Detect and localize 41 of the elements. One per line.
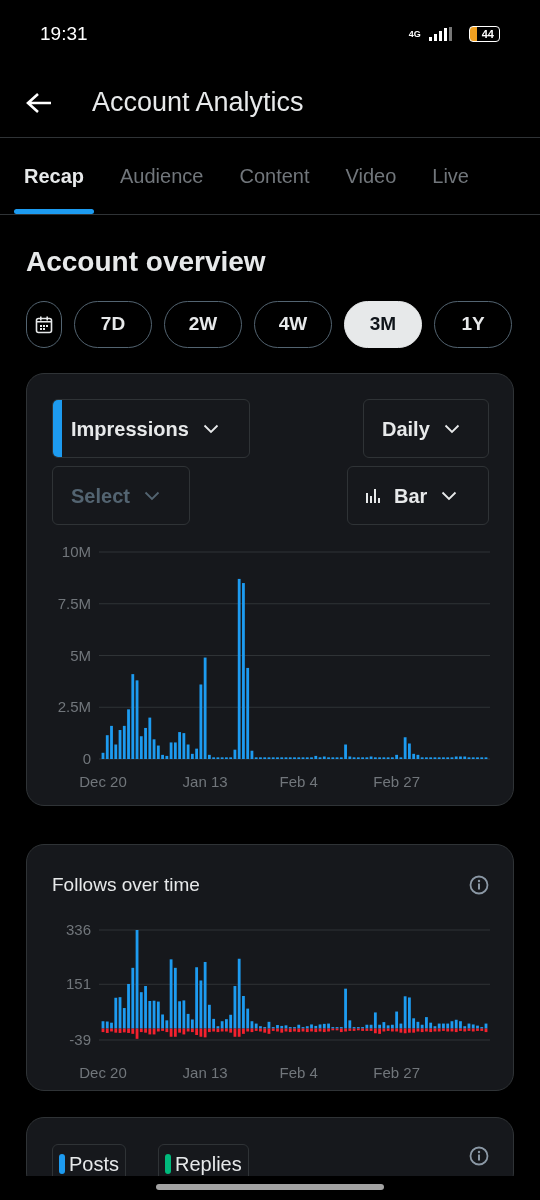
axis-label: Jan 13 xyxy=(182,1063,228,1081)
card-title: Follows over time xyxy=(52,873,200,897)
status-time: 19:31 xyxy=(40,21,88,46)
tab[interactable]: Content xyxy=(229,138,320,214)
interval-dropdown[interactable]: Daily xyxy=(363,399,489,458)
dropdown-label: Select xyxy=(71,483,130,509)
metric-dropdown[interactable]: Impressions xyxy=(52,399,250,458)
tab[interactable]: Live xyxy=(422,138,479,214)
axis-label: Dec 20 xyxy=(79,773,127,790)
axis-label: 0 xyxy=(82,750,91,767)
period-pill[interactable]: 4W xyxy=(254,301,332,348)
axis-label: 10M xyxy=(61,543,91,560)
legend-label: Posts xyxy=(69,1151,120,1177)
battery-indicator: 44 xyxy=(468,26,500,42)
axis-label: 5M xyxy=(70,646,91,664)
axis-label: Feb 27 xyxy=(373,1063,420,1081)
dropdown-label: Daily xyxy=(382,416,430,442)
legend-label: Replies xyxy=(175,1151,242,1177)
axis-label: Jan 13 xyxy=(182,773,228,790)
axis-label: 2.5M xyxy=(57,698,91,716)
period-pill[interactable]: 3M xyxy=(344,301,422,348)
axis-label: -39 xyxy=(69,1030,91,1048)
period-pill[interactable]: 7D xyxy=(74,301,152,348)
period-pill[interactable]: 2W xyxy=(164,301,242,348)
tab[interactable]: Video xyxy=(335,138,407,214)
axis-label: 336 xyxy=(65,920,91,938)
tab[interactable]: Recap xyxy=(14,138,95,214)
tab[interactable]: Audience xyxy=(110,138,214,214)
page-title: Account Analytics xyxy=(92,86,304,120)
dropdown-label: Impressions xyxy=(71,416,189,442)
axis-label: Feb 4 xyxy=(279,773,318,790)
axis-label: 7.5M xyxy=(57,594,91,612)
axis-label: Dec 20 xyxy=(79,1063,127,1081)
period-pill[interactable]: 1Y xyxy=(434,301,512,348)
section-title: Account overview xyxy=(26,245,267,279)
axis-label: Feb 27 xyxy=(373,773,420,790)
chart-type-dropdown[interactable]: Bar xyxy=(347,466,489,525)
axis-label: 151 xyxy=(65,974,91,992)
dropdown-label: Bar xyxy=(394,483,428,509)
axis-label: Feb 4 xyxy=(279,1063,318,1081)
network-label: 4G xyxy=(408,29,421,39)
